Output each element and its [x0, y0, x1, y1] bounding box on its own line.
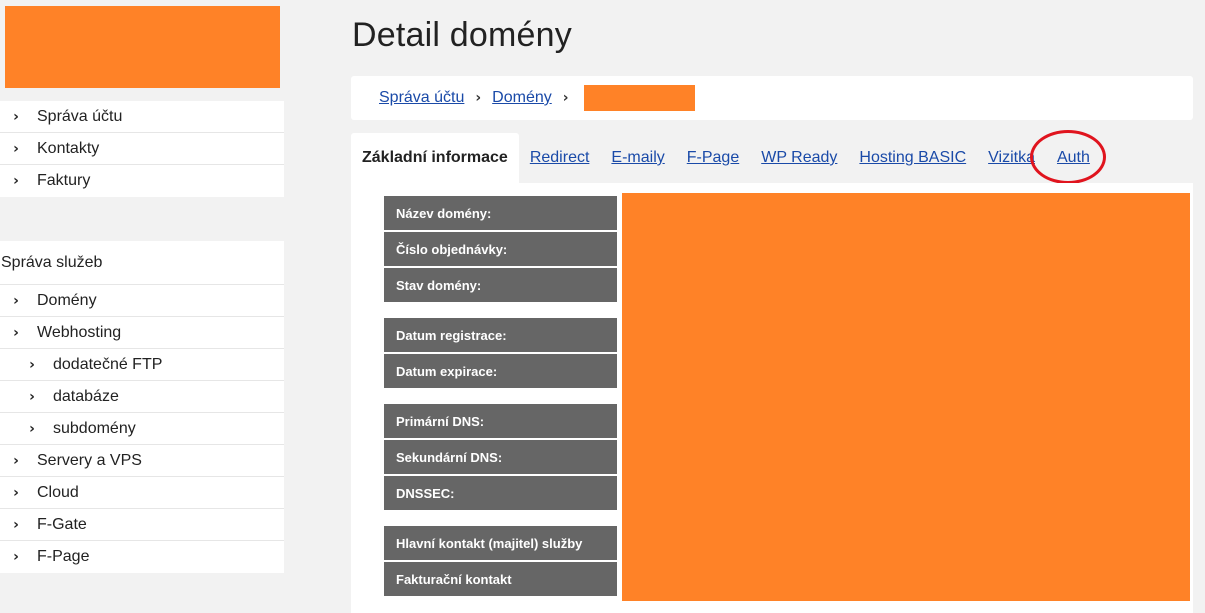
label-nazev-domeny: Název domény:: [384, 196, 617, 230]
tab-zakladni-informace[interactable]: Základní informace: [351, 133, 519, 183]
sidebar-item-kontakty[interactable]: › Kontakty: [0, 133, 284, 165]
label-fakturacni-kontakt: Fakturační kontakt: [384, 562, 617, 596]
chevron-right-icon: ›: [13, 324, 19, 341]
sidebar-item-label: Webhosting: [37, 323, 122, 341]
label-primarni-dns: Primární DNS:: [384, 404, 617, 438]
chevron-right-icon: ›: [475, 90, 482, 106]
sidebar-item-label: Domény: [37, 291, 97, 309]
sidebar-item-f-gate[interactable]: › F-Gate: [0, 509, 284, 541]
chevron-right-icon: ›: [13, 452, 19, 469]
breadcrumb-link-sprava-uctu[interactable]: Správa účtu: [379, 89, 464, 107]
sidebar-services-menu: Správa služeb › Domény › Webhosting › do…: [0, 241, 284, 573]
sidebar-item-label: Servery a VPS: [37, 451, 142, 469]
tab-redirect[interactable]: Redirect: [530, 149, 590, 167]
sidebar-item-label: databáze: [53, 387, 119, 405]
tab-hosting-basic[interactable]: Hosting BASIC: [859, 149, 966, 167]
tab-wp-ready[interactable]: WP Ready: [761, 149, 837, 167]
sidebar-item-f-page[interactable]: › F-Page: [0, 541, 284, 573]
tab-auth[interactable]: Auth: [1057, 149, 1090, 167]
label-cislo-objednavky: Číslo objednávky:: [384, 232, 617, 266]
sidebar-item-label: F-Gate: [37, 515, 87, 533]
sidebar-item-label: Správa účtu: [37, 107, 123, 125]
tab-f-page[interactable]: F-Page: [687, 149, 739, 167]
label-datum-registrace: Datum registrace:: [384, 318, 617, 352]
chevron-right-icon: ›: [13, 140, 19, 157]
sidebar-item-servery-vps[interactable]: › Servery a VPS: [0, 445, 284, 477]
detail-values-redacted: [622, 193, 1190, 601]
chevron-right-icon: ›: [13, 292, 19, 309]
page-title: Detail domény: [352, 16, 572, 54]
chevron-right-icon: ›: [562, 90, 569, 106]
sidebar-item-cloud[interactable]: › Cloud: [0, 477, 284, 509]
chevron-right-icon: ›: [13, 173, 19, 189]
detail-labels: Název domény: Číslo objednávky: Stav dom…: [384, 196, 617, 598]
chevron-right-icon: ›: [29, 420, 35, 437]
chevron-right-icon: ›: [13, 484, 19, 501]
detail-tabs: Základní informace Redirect E-maily F-Pa…: [351, 133, 1112, 183]
sidebar-item-sprava-uctu[interactable]: › Správa účtu: [0, 101, 284, 133]
chevron-right-icon: ›: [13, 108, 19, 125]
sidebar-item-label: Kontakty: [37, 139, 100, 157]
sidebar-heading-services: Správa služeb: [0, 241, 284, 285]
chevron-right-icon: ›: [29, 388, 35, 405]
chevron-right-icon: ›: [13, 549, 19, 565]
logo-redacted: [5, 6, 280, 88]
label-dnssec: DNSSEC:: [384, 476, 617, 510]
tab-e-maily[interactable]: E-maily: [611, 149, 664, 167]
label-sekundarni-dns: Sekundární DNS:: [384, 440, 617, 474]
label-stav-domeny: Stav domény:: [384, 268, 617, 302]
sidebar-item-label: Cloud: [37, 483, 79, 501]
sidebar-item-dodatecne-ftp[interactable]: › dodatečné FTP: [0, 349, 284, 381]
breadcrumb-current-redacted: [583, 85, 695, 111]
tab-vizitka[interactable]: Vizitka: [988, 149, 1035, 167]
breadcrumb-link-domeny[interactable]: Domény: [492, 89, 552, 107]
sidebar-account-menu: › Správa účtu › Kontakty › Faktury: [0, 101, 284, 197]
sidebar-item-label: subdomény: [53, 419, 136, 437]
sidebar-item-label: Faktury: [37, 172, 91, 189]
breadcrumb: Správa účtu › Domény ›: [351, 76, 1193, 120]
sidebar-item-webhosting[interactable]: › Webhosting: [0, 317, 284, 349]
chevron-right-icon: ›: [13, 516, 19, 533]
label-hlavni-kontakt: Hlavní kontakt (majitel) služby: [384, 526, 617, 560]
sidebar-item-databaze[interactable]: › databáze: [0, 381, 284, 413]
label-datum-expirace: Datum expirace:: [384, 354, 617, 388]
sidebar-item-label: F-Page: [37, 548, 90, 565]
chevron-right-icon: ›: [29, 356, 35, 373]
sidebar-item-domeny[interactable]: › Domény: [0, 285, 284, 317]
sidebar-item-subdomeny[interactable]: › subdomény: [0, 413, 284, 445]
sidebar-item-faktury[interactable]: › Faktury: [0, 165, 284, 197]
sidebar-item-label: dodatečné FTP: [53, 355, 163, 373]
